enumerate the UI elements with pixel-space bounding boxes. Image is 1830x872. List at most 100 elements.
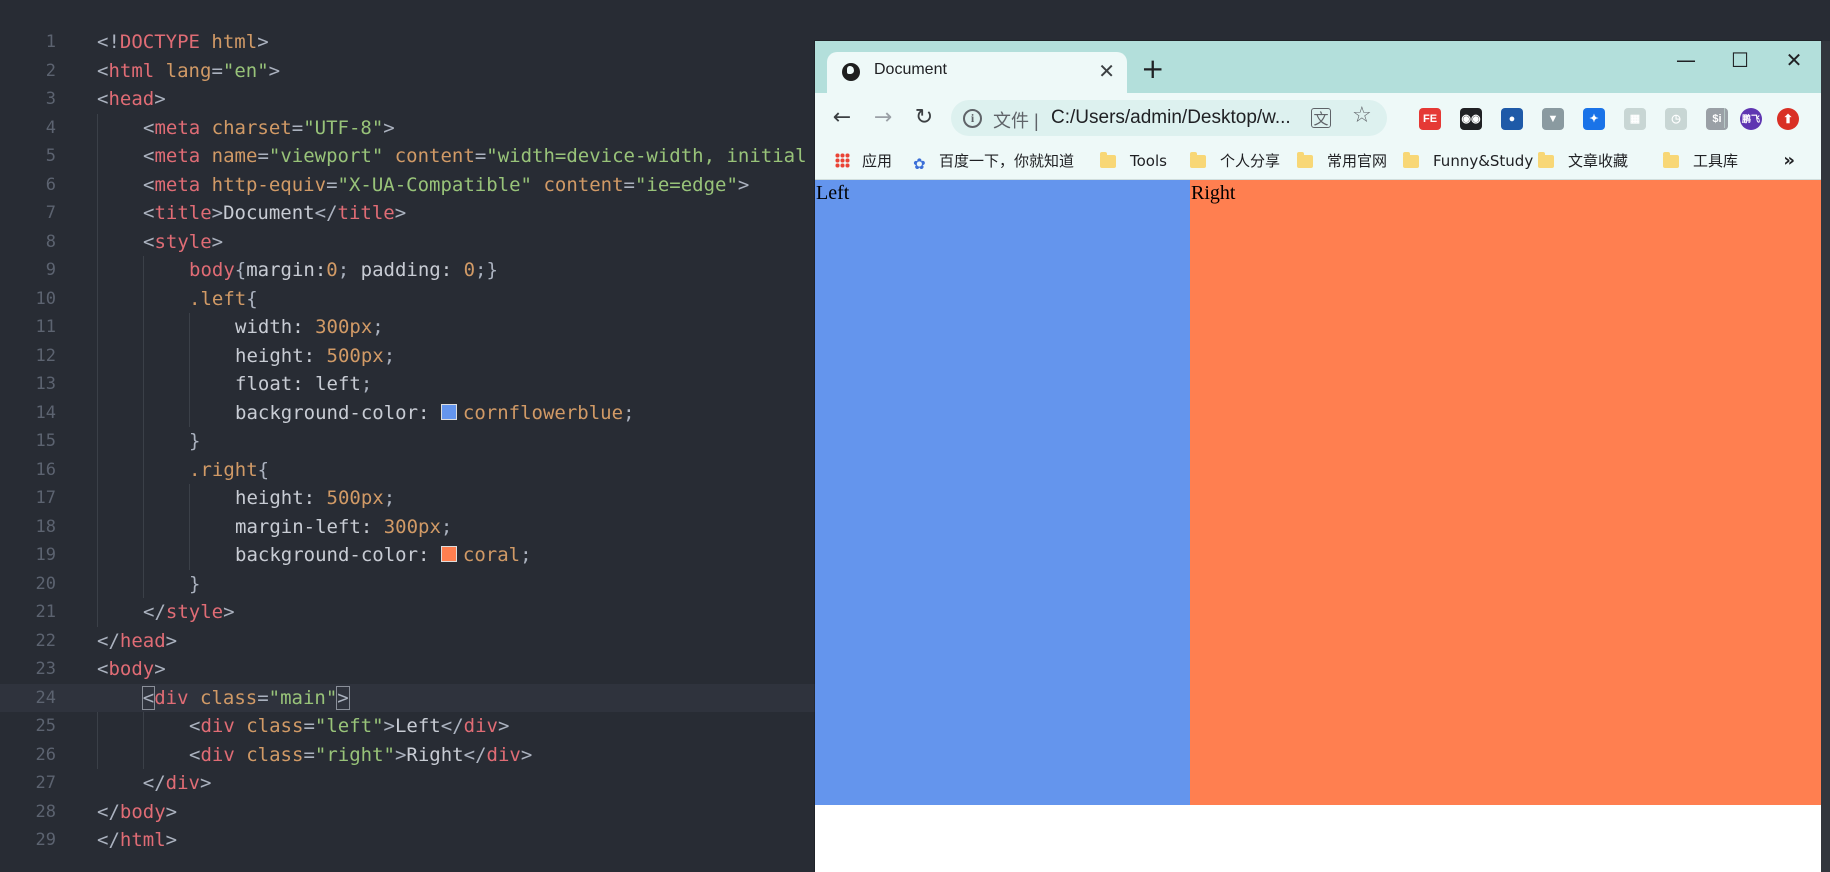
code-text: } — [189, 570, 200, 599]
indent-guide — [189, 313, 190, 342]
update-icon[interactable]: ⬆ — [1777, 108, 1799, 130]
new-tab-button[interactable]: + — [1141, 54, 1164, 84]
code-text: <div class="main"> — [97, 684, 350, 713]
bookmark-folder[interactable]: 工具库 — [1663, 143, 1738, 179]
code-token: ; — [383, 487, 396, 509]
color-swatch-icon[interactable] — [440, 403, 457, 420]
code-text: <div class="right">Right</div> — [189, 741, 532, 770]
scheme-label: 文件 | — [993, 111, 1039, 131]
browser-toolbar: ← → ↻ i 文件 | C:/Users/admin/Desktop/w...… — [815, 93, 1821, 143]
bookmark-baidu[interactable]: ✿ 百度一下，你就知道 — [913, 143, 1074, 179]
bookmark-folder-label: 常用官网 — [1327, 152, 1388, 170]
indent-guide — [97, 455, 98, 484]
fe-extension-icon[interactable]: FE — [1419, 108, 1441, 130]
code-text: height: 500px; — [235, 484, 395, 513]
indent-guide — [97, 370, 98, 399]
indent-guide — [143, 427, 144, 456]
code-token: http-equiv — [211, 173, 327, 196]
code-token: <! — [97, 31, 120, 53]
bookmark-folder-label: 文章收藏 — [1568, 152, 1629, 170]
code-token: div — [200, 715, 235, 737]
qr-extension-icon[interactable]: ▦ — [1624, 108, 1646, 130]
line-number: 7 — [45, 203, 56, 223]
info-icon[interactable]: i — [963, 109, 982, 128]
vue-extension-icon[interactable]: ▼ — [1542, 108, 1564, 130]
tab-title: Document — [874, 61, 947, 78]
code-text: <title>Document</title> — [143, 199, 406, 228]
back-button[interactable]: ← — [825, 101, 859, 135]
fox-extension-icon[interactable]: ● — [1501, 108, 1523, 130]
code-token: = — [623, 173, 635, 196]
bookmark-folder[interactable]: 常用官网 — [1297, 143, 1387, 179]
code-token: < — [97, 88, 109, 110]
indent-guide — [143, 712, 144, 741]
code-token: div — [486, 743, 521, 766]
code-token: < — [97, 658, 109, 680]
browser-titlebar[interactable]: Document ✕ + — ☐ ✕ — [815, 41, 1821, 93]
folder-icon — [1403, 152, 1419, 168]
indent-guide — [189, 541, 190, 570]
code-token: = — [211, 59, 223, 82]
eyes-extension-icon[interactable]: ◉◉ — [1460, 108, 1482, 130]
indent-guide — [143, 284, 144, 313]
clock-extension-icon[interactable]: ◷ — [1665, 108, 1687, 130]
indent-guide — [97, 712, 98, 741]
code-token: "UTF-8" — [303, 116, 384, 139]
code-text: <style> — [143, 228, 223, 257]
code-token: < — [143, 173, 155, 196]
code-text: <body> — [97, 655, 166, 684]
code-token: html — [108, 59, 155, 82]
code-token: </ — [463, 743, 487, 766]
indent-guide — [97, 170, 98, 199]
code-text: .left{ — [189, 285, 258, 314]
profile-avatar[interactable]: 鹏飞 — [1740, 108, 1762, 130]
indent-guide — [143, 313, 144, 342]
globe-extension-icon[interactable]: ✦ — [1583, 108, 1605, 130]
bookmark-apps[interactable]: 应用 — [835, 143, 892, 179]
indent-guide — [97, 284, 98, 313]
bookmark-folder[interactable]: 个人分享 — [1190, 143, 1280, 179]
code-token: padding: — [360, 259, 464, 281]
more-bookmarks-icon[interactable]: » — [1783, 143, 1795, 179]
code-text: </div> — [97, 769, 212, 798]
code-token: </ — [314, 202, 338, 224]
code-token: "X-UA-Compatible" — [337, 173, 532, 196]
code-text: background-color: cornflowerblue; — [235, 399, 635, 428]
line-number: 24 — [35, 687, 56, 708]
line-number: 9 — [45, 260, 56, 280]
code-token: </ — [142, 772, 166, 794]
code-token: = — [303, 743, 315, 766]
indent-guide — [97, 512, 98, 541]
code-token: 300px — [383, 515, 441, 538]
url-text[interactable]: C:/Users/admin/Desktop/w... — [1051, 107, 1291, 129]
indent-guide — [97, 569, 98, 598]
maximize-button[interactable]: ☐ — [1713, 45, 1767, 75]
address-bar[interactable]: i 文件 | C:/Users/admin/Desktop/w... 文 ☆ — [951, 100, 1387, 136]
code-token: = — [474, 145, 487, 167]
code-token: < — [143, 202, 155, 224]
forward-button[interactable]: → — [866, 101, 900, 135]
code-token: height: — [235, 487, 327, 509]
line-number: 2 — [45, 60, 56, 81]
indent-guide — [189, 370, 190, 399]
close-window-button[interactable]: ✕ — [1767, 45, 1821, 75]
code-token: cornflowerblue — [462, 401, 624, 424]
tab-close-icon[interactable]: ✕ — [1098, 58, 1115, 84]
bookmark-star-icon[interactable]: ☆ — [1352, 103, 1372, 128]
right-box: Right — [1190, 180, 1821, 805]
translate-icon[interactable]: 文 — [1311, 108, 1331, 128]
line-number: 8 — [45, 231, 56, 252]
bookmark-folder[interactable]: Funny&Study — [1403, 143, 1533, 179]
minimize-button[interactable]: — — [1659, 45, 1713, 75]
code-token: = — [326, 173, 338, 196]
indent-guide — [97, 484, 98, 513]
bookmark-folder[interactable]: Tools — [1100, 143, 1167, 179]
reload-button[interactable]: ↻ — [907, 101, 941, 135]
code-token: class — [200, 686, 258, 709]
color-swatch-icon[interactable] — [440, 546, 457, 562]
tab-document[interactable]: Document ✕ — [827, 52, 1127, 93]
bookmark-folder[interactable]: 文章收藏 — [1538, 143, 1628, 179]
code-token: ;} — [475, 259, 498, 281]
